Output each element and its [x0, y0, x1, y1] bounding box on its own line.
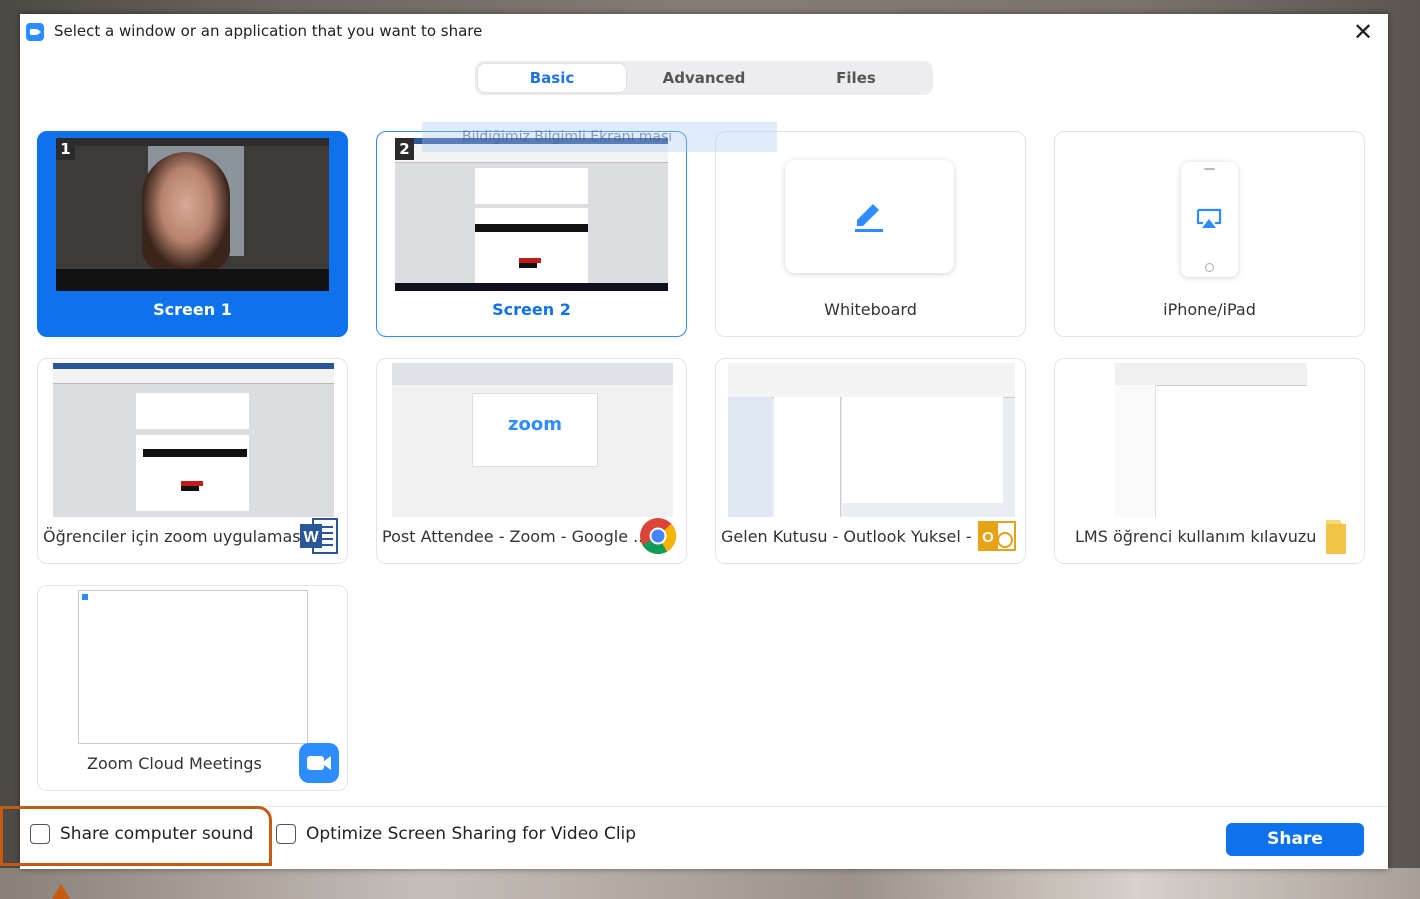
window-thumbnail: zoom — [392, 363, 673, 517]
share-button[interactable]: Share — [1226, 823, 1364, 856]
outlook-icon: O — [977, 516, 1017, 556]
close-icon[interactable]: ✕ — [1350, 18, 1376, 46]
tab-advanced[interactable]: Advanced — [630, 64, 778, 92]
tile-label: Screen 1 — [153, 300, 232, 319]
optimize-checkbox[interactable] — [276, 824, 296, 844]
screen-number-badge: 1 — [56, 138, 75, 160]
annotation-arrow-icon — [52, 884, 70, 899]
tile-window-zoom[interactable]: Zoom Cloud Meetings — [37, 585, 348, 791]
tab-basic[interactable]: Basic — [478, 64, 626, 92]
tile-window-word[interactable]: Öğrenciler için zoom uygulaması... W — [37, 358, 348, 564]
tab-bar: Basic Advanced Files — [475, 61, 933, 95]
zoom-logo: zoom — [508, 414, 562, 435]
zoom-icon — [299, 743, 339, 783]
phone-card — [1181, 162, 1238, 277]
tile-label: iPhone/iPad — [1163, 300, 1256, 319]
tile-screen-1[interactable]: 1 Screen 1 — [37, 131, 348, 337]
tile-label: Gelen Kutusu - Outlook Yuksel - ... — [721, 527, 992, 546]
tile-screen-2[interactable]: 2 Screen 2 — [376, 131, 687, 337]
tile-window-outlook[interactable]: Gelen Kutusu - Outlook Yuksel - ... O — [715, 358, 1026, 564]
screen-number-badge: 2 — [395, 138, 414, 160]
window-thumbnail — [1115, 363, 1307, 517]
tile-label: Screen 2 — [492, 300, 571, 319]
share-dialog: Select a window or an application that y… — [20, 14, 1388, 869]
word-icon: W — [299, 516, 339, 556]
drag-ghost-label: Bildiğimiz Bilgimli Ekranı ması — [422, 122, 777, 152]
pen-icon — [855, 204, 883, 232]
title-bar: Select a window or an application that y… — [20, 14, 1388, 50]
chrome-icon — [638, 516, 678, 556]
tile-iphone-ipad[interactable]: iPhone/iPad — [1054, 131, 1365, 337]
window-thumbnail — [78, 590, 308, 744]
background-video-bottom — [0, 868, 1420, 899]
screen-1-thumbnail: 1 — [56, 138, 329, 291]
window-thumbnail — [53, 363, 334, 517]
tile-window-chrome[interactable]: zoom Post Attendee - Zoom - Google ... — [376, 358, 687, 564]
tab-files[interactable]: Files — [782, 64, 930, 92]
tile-label: LMS öğrenci kullanım kılavuzu — [1075, 527, 1317, 546]
tile-label: Post Attendee - Zoom - Google ... — [382, 527, 649, 546]
window-thumbnail — [728, 363, 1015, 517]
folder-icon — [1316, 516, 1356, 556]
tile-label: Öğrenciler için zoom uygulaması... — [43, 527, 321, 546]
tile-label: Whiteboard — [824, 300, 917, 319]
svg-text:O: O — [982, 529, 994, 546]
whiteboard-card — [785, 160, 954, 273]
optimize-label[interactable]: Optimize Screen Sharing for Video Clip — [306, 824, 636, 844]
tile-label: Zoom Cloud Meetings — [87, 754, 262, 773]
dialog-title: Select a window or an application that y… — [54, 22, 483, 40]
annotation-highlight-box — [0, 806, 272, 866]
tile-window-folder[interactable]: LMS öğrenci kullanım kılavuzu — [1054, 358, 1365, 564]
zoom-app-icon — [26, 23, 44, 41]
tile-whiteboard[interactable]: Whiteboard — [715, 131, 1026, 337]
airplay-icon — [1196, 208, 1222, 228]
svg-text:W: W — [303, 529, 319, 546]
screen-2-thumbnail: 2 — [395, 138, 668, 291]
